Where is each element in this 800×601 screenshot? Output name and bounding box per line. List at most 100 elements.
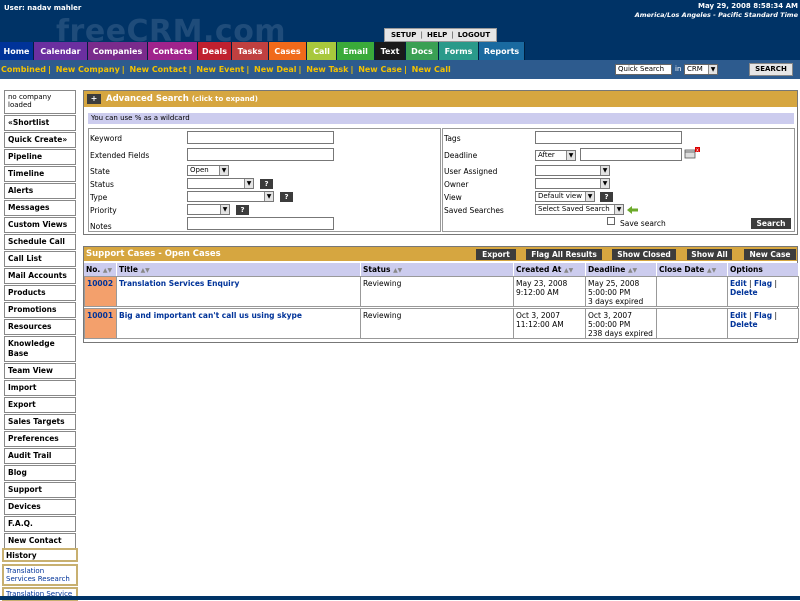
type-help-button[interactable]: ? (280, 192, 293, 202)
sidebar-item-timeline[interactable]: Timeline (4, 166, 76, 182)
sidebar-item-pipeline[interactable]: Pipeline (4, 149, 76, 165)
expand-toggle-icon[interactable]: + (87, 94, 101, 104)
col-header-title[interactable]: Title ▲▼ (117, 263, 361, 276)
deadline-date-input[interactable] (580, 148, 682, 161)
flag-all-results-button[interactable]: Flag All Results (526, 249, 602, 260)
status-help-button[interactable]: ? (260, 179, 273, 189)
sidebar-item-shortlist[interactable]: «Shortlist (4, 115, 76, 131)
saved-searches-select[interactable]: Select Saved Search ▼ (535, 204, 624, 215)
sidebar-item-messages[interactable]: Messages (4, 200, 76, 216)
sidebar-item-schedule-call[interactable]: Schedule Call (4, 234, 76, 250)
subnav-combined[interactable]: Combined (1, 65, 46, 74)
quick-search-scope-select[interactable]: CRM ▼ (684, 64, 718, 75)
show-all-button[interactable]: Show All (687, 249, 732, 260)
priority-select[interactable]: ▼ (187, 204, 230, 215)
case-number-link[interactable]: 10002 (84, 276, 117, 307)
tab-home[interactable]: Home (0, 42, 34, 60)
history-item[interactable]: Translation Services Research (2, 564, 78, 586)
case-number-link[interactable]: 10001 (84, 308, 117, 339)
history-link[interactable]: Translation Services Research (6, 567, 74, 583)
calendar-icon[interactable]: x (684, 147, 700, 159)
logout-link[interactable]: LOGOUT (458, 31, 490, 39)
edit-link[interactable]: Edit (730, 279, 747, 288)
sidebar-item-team-view[interactable]: Team View (4, 363, 76, 379)
view-select[interactable]: Default view ▼ (535, 191, 595, 202)
deadline-mode-select[interactable]: After ▼ (535, 150, 576, 161)
tab-calendar[interactable]: Calendar (34, 42, 88, 60)
subnav-new-case[interactable]: New Case (358, 65, 402, 74)
user-assigned-select[interactable]: ▼ (535, 165, 610, 176)
state-select[interactable]: Open ▼ (187, 165, 229, 176)
col-header-close-date[interactable]: Close Date ▲▼ (657, 263, 728, 276)
load-saved-search-icon[interactable] (627, 206, 639, 214)
flag-link[interactable]: Flag (754, 311, 772, 320)
sidebar-item-custom-views[interactable]: Custom Views (4, 217, 76, 233)
owner-select[interactable]: ▼ (535, 178, 610, 189)
type-select[interactable]: ▼ (187, 191, 274, 202)
col-header-status[interactable]: Status ▲▼ (361, 263, 514, 276)
sidebar-item-blog[interactable]: Blog (4, 465, 76, 481)
tab-cases[interactable]: Cases (269, 42, 307, 60)
subnav-new-deal[interactable]: New Deal (254, 65, 297, 74)
col-header-no[interactable]: No. ▲▼ (84, 263, 117, 276)
quick-search-button[interactable]: SEARCH (749, 63, 793, 76)
help-link[interactable]: HELP (427, 31, 447, 39)
keyword-input[interactable] (187, 131, 334, 144)
tab-companies[interactable]: Companies (88, 42, 148, 60)
tab-deals[interactable]: Deals (198, 42, 232, 60)
save-search-checkbox[interactable] (607, 217, 615, 225)
sidebar-item-resources[interactable]: Resources (4, 319, 76, 335)
quick-search-input[interactable]: Quick Search (615, 64, 672, 75)
export-button[interactable]: Export (476, 249, 516, 260)
new-case-button[interactable]: New Case (744, 249, 796, 260)
subnav-new-task[interactable]: New Task (306, 65, 348, 74)
extended-fields-input[interactable] (187, 148, 334, 161)
sidebar-item-devices[interactable]: Devices (4, 499, 76, 515)
sidebar-item-promotions[interactable]: Promotions (4, 302, 76, 318)
sidebar-item-mail-accounts[interactable]: Mail Accounts (4, 268, 76, 284)
sidebar-item-products[interactable]: Products (4, 285, 76, 301)
tab-email[interactable]: Email (337, 42, 375, 60)
sidebar-item-preferences[interactable]: Preferences (4, 431, 76, 447)
sidebar-item-export[interactable]: Export (4, 397, 76, 413)
delete-link[interactable]: Delete (730, 320, 758, 329)
subnav-new-contact[interactable]: New Contact (130, 65, 187, 74)
sidebar-item-audit-trail[interactable]: Audit Trail (4, 448, 76, 464)
col-header-created-at[interactable]: Created At ▲▼ (514, 263, 586, 276)
subnav-new-company[interactable]: New Company (56, 65, 120, 74)
tab-tasks[interactable]: Tasks (232, 42, 269, 60)
sidebar-item-alerts[interactable]: Alerts (4, 183, 76, 199)
search-button[interactable]: Search (751, 218, 791, 229)
view-help-button[interactable]: ? (600, 192, 613, 202)
setup-link[interactable]: SETUP (391, 31, 416, 39)
sidebar-item-support[interactable]: Support (4, 482, 76, 498)
sidebar-item-new-contact[interactable]: New Contact (4, 533, 76, 549)
subnav-new-event[interactable]: New Event (196, 65, 244, 74)
subnav-new-call[interactable]: New Call (412, 65, 451, 74)
show-closed-button[interactable]: Show Closed (612, 249, 676, 260)
priority-help-button[interactable]: ? (236, 205, 249, 215)
case-title-link[interactable]: Big and important can't call us using sk… (119, 311, 302, 320)
advanced-search-header[interactable]: + Advanced Search (click to expand) (84, 91, 797, 107)
edit-link[interactable]: Edit (730, 311, 747, 320)
tab-docs[interactable]: Docs (406, 42, 439, 60)
tab-reports[interactable]: Reports (479, 42, 525, 60)
tab-call[interactable]: Call (307, 42, 337, 60)
delete-link[interactable]: Delete (730, 288, 758, 297)
sidebar-item-faq[interactable]: F.A.Q. (4, 516, 76, 532)
status-select[interactable]: ▼ (187, 178, 254, 189)
tags-input[interactable] (535, 131, 682, 144)
sidebar-item-quick-create[interactable]: Quick Create» (4, 132, 76, 148)
case-title-link[interactable]: Translation Services Enquiry (119, 279, 239, 288)
tab-contacts[interactable]: Contacts (148, 42, 198, 60)
notes-input[interactable] (187, 217, 334, 230)
sidebar-item-call-list[interactable]: Call List (4, 251, 76, 267)
tab-forms[interactable]: Forms (439, 42, 479, 60)
sidebar-item-knowledge-base[interactable]: Knowledge Base (4, 336, 76, 362)
col-header-deadline[interactable]: Deadline ▲▼ (586, 263, 657, 276)
sidebar-item-sales-targets[interactable]: Sales Targets (4, 414, 76, 430)
tab-text[interactable]: Text (375, 42, 406, 60)
sidebar-item-import[interactable]: Import (4, 380, 76, 396)
advanced-search-title[interactable]: Advanced Search (click to expand) (106, 94, 258, 104)
flag-link[interactable]: Flag (754, 279, 772, 288)
